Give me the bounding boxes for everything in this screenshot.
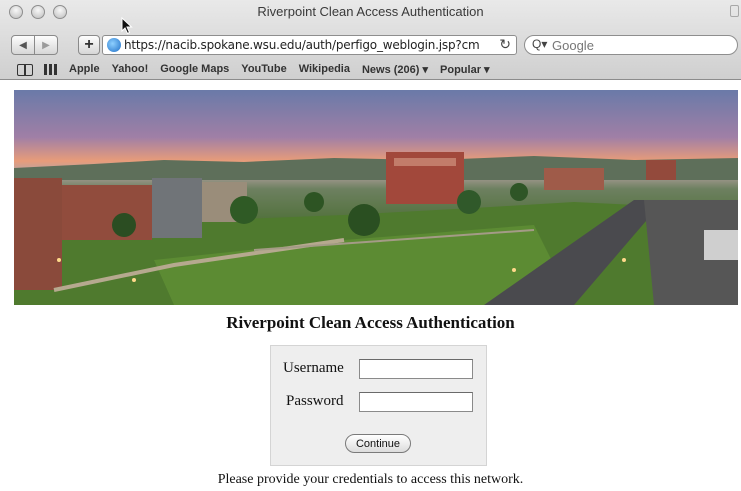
search-bar[interactable]: Q▾ — [524, 35, 738, 55]
browser-chrome: Riverpoint Clean Access Authentication ◀… — [0, 0, 741, 80]
login-form: Username Password Continue — [270, 345, 487, 466]
password-label: Password — [286, 393, 344, 409]
title-bar: Riverpoint Clean Access Authentication — [0, 0, 741, 35]
search-icon[interactable]: Q▾ — [532, 37, 547, 51]
forward-icon: ▶ — [42, 39, 50, 51]
toolbar-toggle-icon[interactable] — [730, 5, 739, 17]
forward-button[interactable]: ▶ — [34, 35, 58, 55]
username-label: Username — [283, 360, 344, 376]
bookmark-news[interactable]: News (206) ▾ — [362, 63, 428, 76]
plus-icon: + — [84, 36, 94, 53]
grid-icon[interactable] — [44, 63, 57, 75]
page-title: Riverpoint Clean Access Authentication — [226, 313, 515, 332]
book-icon[interactable] — [17, 63, 33, 76]
bookmark-yahoo[interactable]: Yahoo! — [112, 63, 149, 75]
bookmark-google-maps[interactable]: Google Maps — [160, 63, 229, 75]
reload-icon[interactable]: ↻ — [499, 36, 511, 53]
credentials-message: Please provide your credentials to acces… — [217, 472, 524, 487]
bookmark-wikipedia[interactable]: Wikipedia — [299, 63, 350, 75]
address-bar[interactable]: https://nacib.spokane.wsu.edu/auth/perfi… — [102, 35, 517, 55]
back-button[interactable]: ◀ — [11, 35, 35, 55]
bookmarks-bar: Apple Yahoo! Google Maps YouTube Wikiped… — [0, 59, 741, 79]
window-title: Riverpoint Clean Access Authentication — [257, 4, 484, 19]
globe-icon — [107, 38, 121, 52]
url-field[interactable]: https://nacib.spokane.wsu.edu/auth/perfi… — [124, 38, 496, 52]
search-input[interactable] — [552, 38, 732, 53]
bookmark-apple[interactable]: Apple — [69, 63, 100, 75]
bookmark-youtube[interactable]: YouTube — [241, 63, 286, 75]
continue-button[interactable]: Continue — [345, 434, 411, 453]
navigation-toolbar: ◀ ▶ + https://nacib.spokane.wsu.edu/auth… — [0, 33, 741, 57]
add-bookmark-button[interactable]: + — [78, 35, 100, 55]
campus-panorama-image — [14, 90, 738, 305]
panorama-illustration — [14, 152, 738, 305]
bookmark-popular[interactable]: Popular ▾ — [440, 63, 490, 76]
password-field[interactable] — [359, 392, 473, 412]
username-field[interactable] — [359, 359, 473, 379]
back-icon: ◀ — [19, 39, 27, 51]
